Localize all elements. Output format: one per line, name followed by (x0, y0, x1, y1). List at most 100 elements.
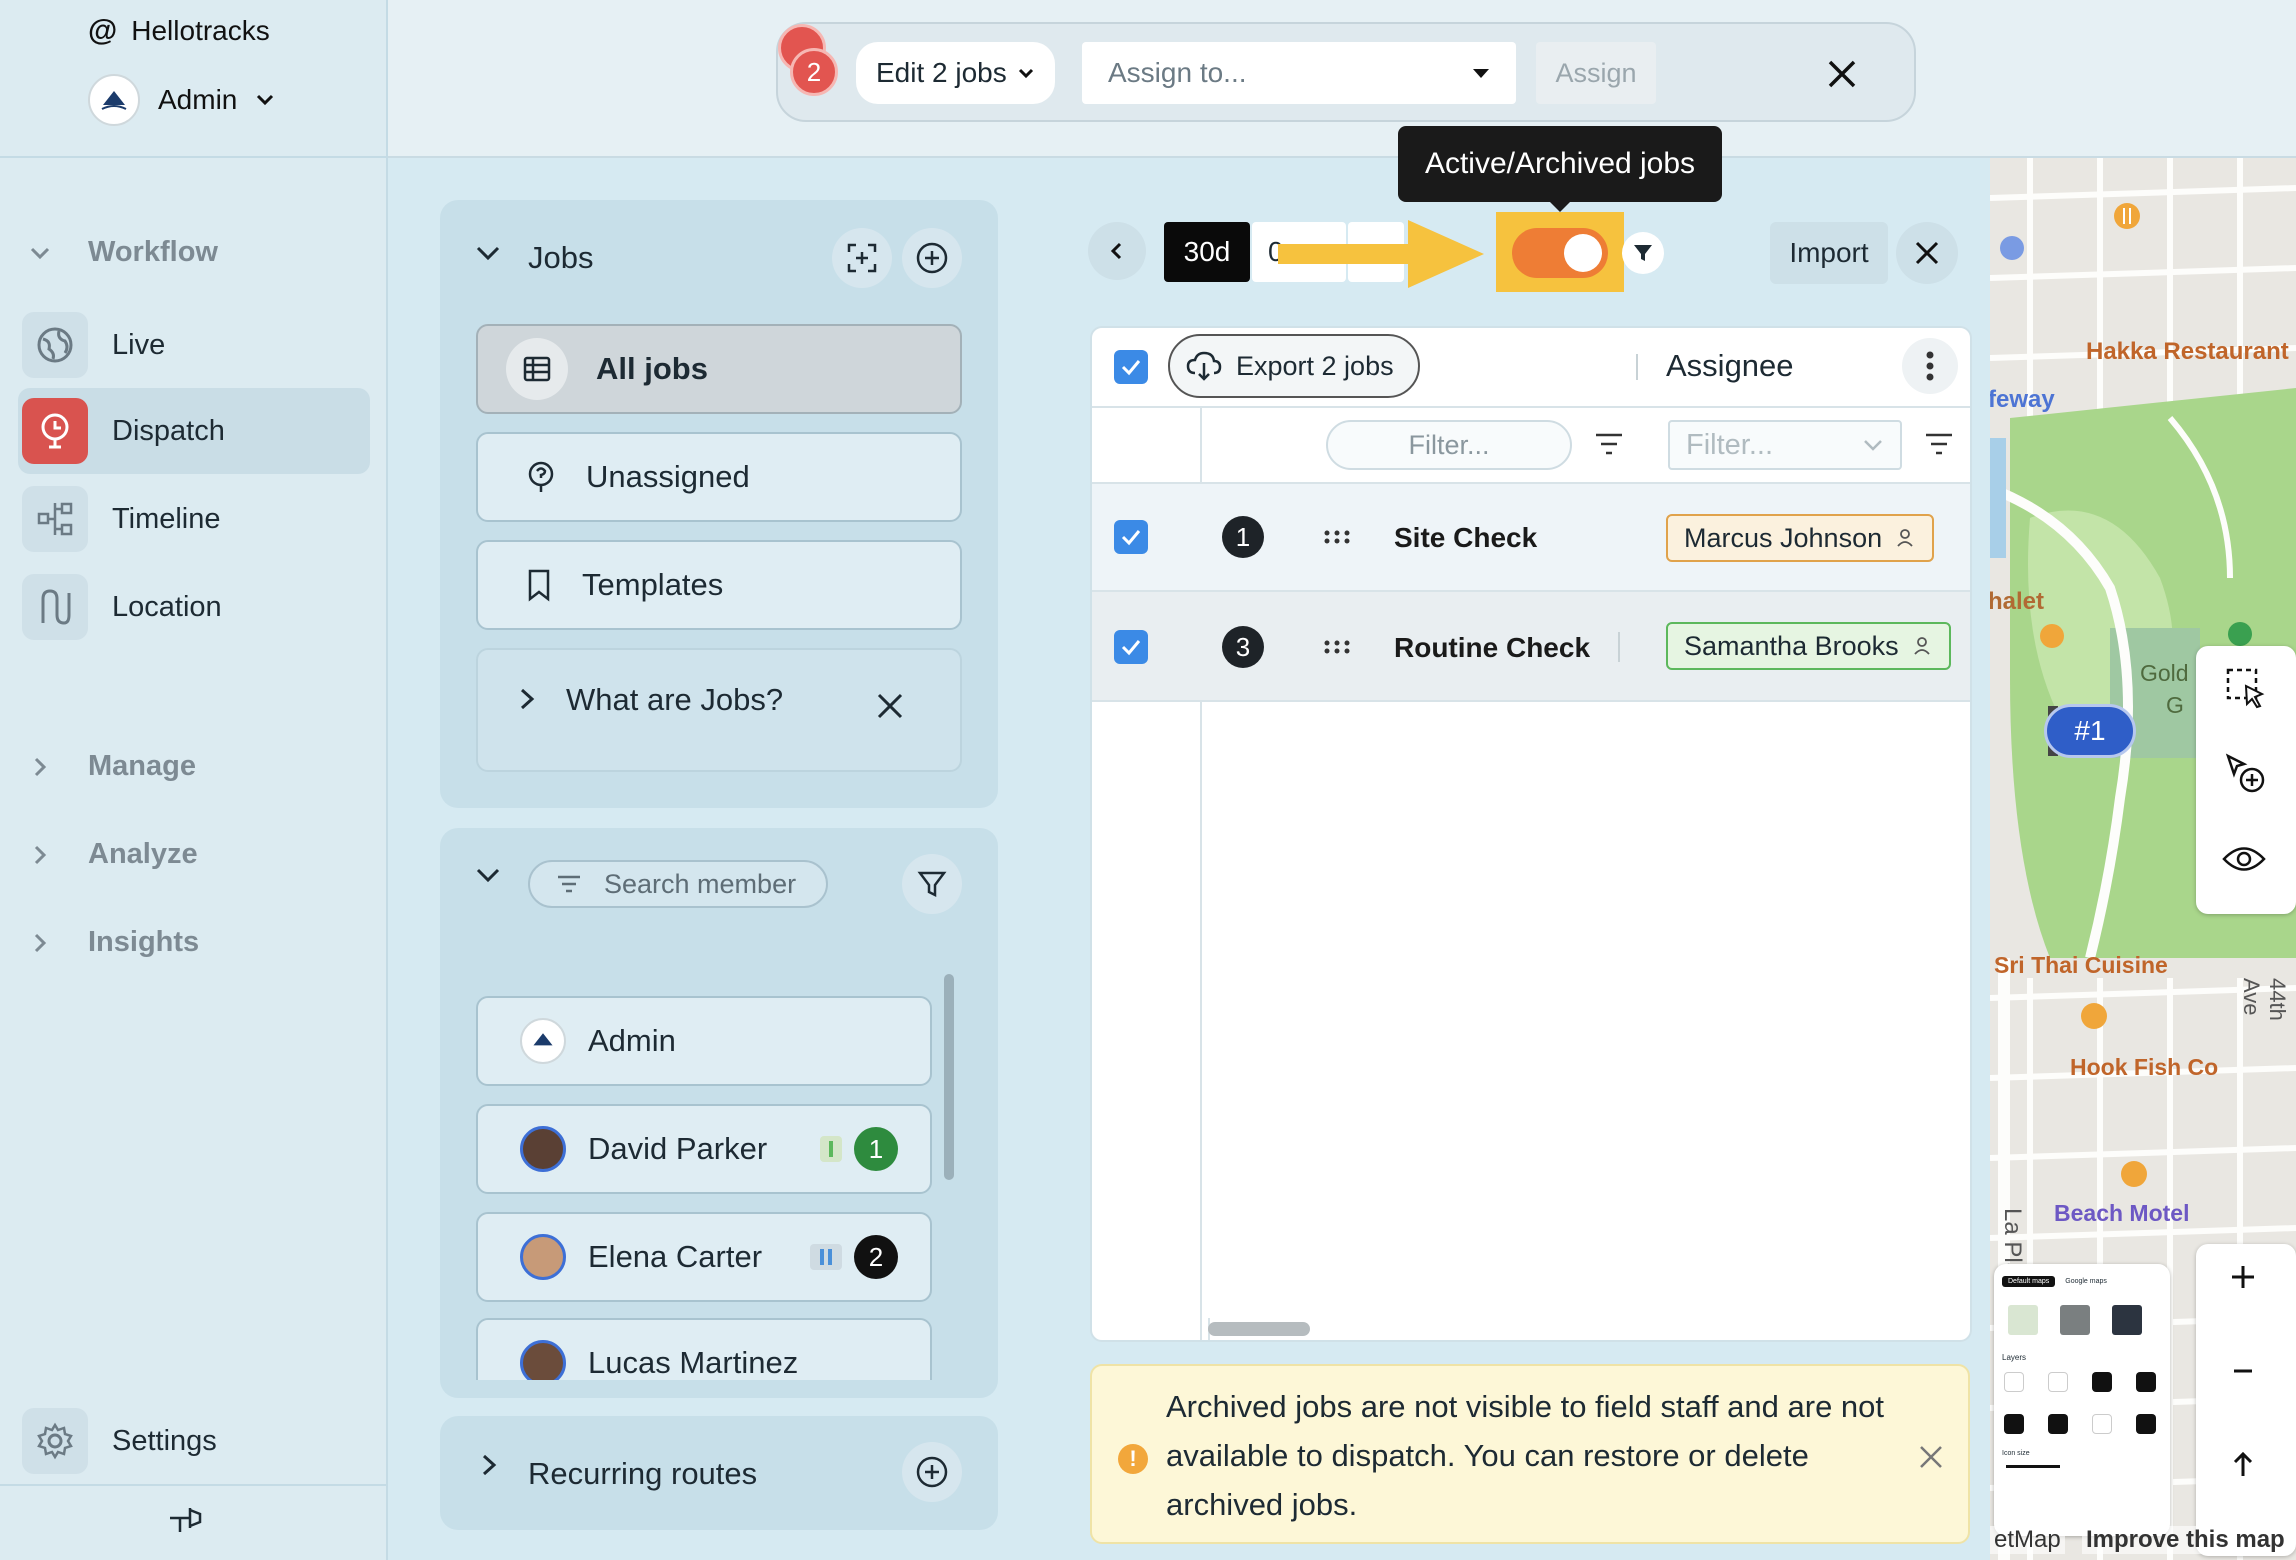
column-divider (1636, 354, 1638, 380)
assignee-filter-select[interactable]: Filter... (1668, 420, 1902, 470)
horizontal-scrollbar[interactable] (1208, 1322, 1310, 1336)
edit-jobs-button[interactable]: Edit 2 jobs (856, 42, 1055, 104)
scan-icon[interactable] (832, 228, 892, 288)
member-name: Admin (588, 1023, 676, 1058)
filter-lines-icon[interactable] (1924, 432, 1954, 456)
map-style-tab[interactable]: Google maps (2061, 1276, 2111, 1287)
job-count-badge: 2 (854, 1235, 898, 1279)
assign-placeholder: Assign to... (1108, 57, 1247, 88)
sidebar-item-label: Dispatch (112, 414, 225, 447)
unassigned-button[interactable]: Unassigned (476, 432, 962, 522)
member-row[interactable]: Elena Carter 2 (476, 1212, 932, 1302)
range-30d-button[interactable]: 30d (1164, 222, 1250, 282)
selected-count-badge: 2 (790, 48, 838, 96)
icon-size-slider[interactable] (2006, 1465, 2060, 1468)
close-icon[interactable] (1918, 1444, 1944, 1470)
map-style-picker[interactable]: Default maps Google maps Layers Icon siz… (1994, 1264, 2170, 1536)
section-manage[interactable]: Manage (28, 750, 196, 783)
job-pin-marker[interactable]: #1 (2044, 704, 2136, 758)
map-style-tab[interactable]: Default maps (2002, 1276, 2056, 1287)
row-checkbox[interactable] (1114, 520, 1148, 554)
section-insights[interactable]: Insights (28, 926, 199, 959)
member-row[interactable]: David Parker 1 (476, 1104, 932, 1194)
search-member-input[interactable]: Search member (528, 860, 828, 908)
assignee-tag[interactable]: Samantha Brooks (1666, 622, 1951, 670)
filter-icon[interactable] (1622, 232, 1664, 274)
job-number: 3 (1222, 626, 1264, 668)
section-analyze[interactable]: Analyze (28, 838, 198, 871)
more-vertical-icon[interactable] (1902, 338, 1958, 394)
pin-sidebar-icon[interactable] (166, 1500, 206, 1536)
sidebar-item-location[interactable]: Location (18, 564, 370, 650)
all-jobs-button[interactable]: All jobs (476, 324, 962, 414)
member-name: Lucas Martinez (588, 1345, 799, 1380)
chevron-down-icon[interactable] (474, 244, 502, 262)
brand[interactable]: @ Hellotracks (88, 14, 270, 48)
export-label: Export 2 jobs (1236, 350, 1394, 381)
user-menu[interactable]: Admin (88, 74, 275, 126)
member-name: Elena Carter (588, 1239, 763, 1274)
edit-jobs-label: Edit 2 jobs (876, 57, 1007, 88)
close-icon[interactable] (1824, 56, 1860, 92)
assignee-tag[interactable]: Marcus Johnson (1666, 514, 1935, 562)
box-select-icon[interactable] (2224, 666, 2268, 710)
dark-map-thumb[interactable] (2112, 1305, 2142, 1335)
table-row[interactable]: 3 Routine Check Samantha Brooks (1092, 592, 1970, 702)
chevron-right-icon (28, 756, 52, 778)
status-bar-icon (820, 1136, 842, 1162)
assign-button[interactable]: Assign (1536, 42, 1656, 104)
road-map-thumb[interactable] (2008, 1305, 2038, 1335)
table-row[interactable]: 1 Site Check Marcus Johnson (1092, 484, 1970, 592)
member-row[interactable]: Lucas Martinez (476, 1318, 932, 1380)
hellotracks-logo-icon: @ (88, 14, 118, 47)
map-label: feway (1990, 386, 2055, 413)
member-row[interactable]: Admin (476, 996, 932, 1086)
close-icon[interactable] (1896, 222, 1958, 284)
back-button[interactable] (1088, 222, 1146, 280)
drag-handle-icon[interactable] (1324, 530, 1350, 544)
zoom-out-icon[interactable] (2228, 1356, 2258, 1386)
sidebar-item-timeline[interactable]: Timeline (18, 476, 370, 562)
compass-north-icon[interactable] (2230, 1450, 2256, 1480)
assignee-header[interactable]: Assignee (1666, 348, 1794, 384)
sidebar-item-label: Live (112, 328, 166, 361)
job-title[interactable]: Site Check (1394, 522, 1537, 554)
map-attribution[interactable]: etMap (1990, 1526, 2065, 1554)
filter-icon[interactable] (902, 854, 962, 914)
close-icon[interactable] (874, 690, 906, 722)
map[interactable]: Hakka Restaurant feway halet Gold G #1 S… (1990, 158, 2296, 1560)
filter-input[interactable]: Filter... (1326, 420, 1572, 470)
tooltip-arrow (1548, 200, 1572, 212)
help-link[interactable]: What are Jobs? (566, 682, 783, 718)
layers-label: Layers (2002, 1353, 2027, 1362)
sidebar-item-dispatch[interactable]: Dispatch (18, 388, 370, 474)
archived-info-banner: ! Archived jobs are not visible to field… (1090, 1364, 1970, 1544)
column-divider (1618, 632, 1620, 662)
filter-lines-icon[interactable] (1594, 432, 1624, 456)
assign-to-select[interactable]: Assign to... (1082, 42, 1516, 104)
drag-handle-icon[interactable] (1324, 640, 1350, 654)
chevron-right-icon[interactable] (516, 686, 538, 712)
sidebar-item-live[interactable]: Live (18, 302, 370, 388)
tooltip: Active/Archived jobs (1398, 126, 1722, 202)
add-job-icon[interactable] (902, 228, 962, 288)
improve-map-link[interactable]: Improve this map (2082, 1526, 2289, 1554)
active-archived-toggle[interactable] (1512, 228, 1608, 278)
zoom-in-icon[interactable] (2228, 1262, 2258, 1292)
sidebar-item-settings[interactable]: Settings (18, 1398, 370, 1484)
import-button[interactable]: Import (1770, 222, 1888, 284)
eye-icon[interactable] (2222, 844, 2266, 874)
section-workflow[interactable]: Workflow (28, 236, 218, 269)
templates-button[interactable]: Templates (476, 540, 962, 630)
scrollbar[interactable] (944, 974, 954, 1180)
add-point-icon[interactable] (2224, 752, 2268, 796)
sidebar-item-label: Timeline (112, 502, 221, 535)
job-title[interactable]: Routine Check (1394, 632, 1590, 664)
add-route-icon[interactable] (902, 1442, 962, 1502)
export-jobs-button[interactable]: Export 2 jobs (1168, 334, 1420, 398)
chevron-down-icon[interactable] (474, 866, 502, 884)
select-all-checkbox[interactable] (1114, 350, 1148, 384)
chevron-right-icon[interactable] (478, 1452, 500, 1478)
row-checkbox[interactable] (1114, 630, 1148, 664)
satellite-thumb[interactable] (2060, 1305, 2090, 1335)
